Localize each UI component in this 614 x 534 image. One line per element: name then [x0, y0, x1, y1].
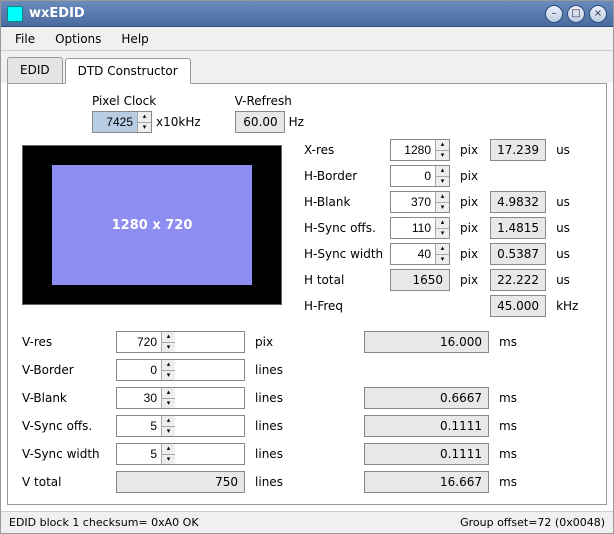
- vrefresh-value: 60.00: [235, 111, 285, 133]
- vsyncoffs-time: 0.1111: [364, 415, 489, 437]
- vborder-input[interactable]: ▴▾: [116, 359, 245, 381]
- htotal-value: 1650: [390, 269, 450, 291]
- hsyncoffs-input[interactable]: ▴▾: [390, 217, 450, 239]
- spinner-down-icon[interactable]: ▾: [138, 122, 151, 133]
- pixel-clock-group: Pixel Clock ▴▾ x10kHz: [92, 94, 207, 133]
- xres-input[interactable]: ▴▾: [390, 139, 450, 161]
- tab-content: Pixel Clock ▴▾ x10kHz V-Refresh 60.00 Hz: [7, 83, 607, 505]
- vrefresh-group: V-Refresh 60.00 Hz: [235, 94, 310, 133]
- titlebar[interactable]: wxEDID – □ ×: [1, 1, 613, 27]
- hsyncoffs-time: 1.4815: [490, 217, 546, 239]
- menu-options[interactable]: Options: [45, 29, 111, 49]
- tab-dtd-constructor[interactable]: DTD Constructor: [65, 58, 191, 84]
- hsyncwidth-time: 0.5387: [490, 243, 546, 265]
- horizontal-params: X-res ▴▾ pix 17.239 us H-Border ▴▾ pix H…: [304, 139, 584, 317]
- vsyncoffs-input[interactable]: ▴▾: [116, 415, 245, 437]
- pixel-clock-field[interactable]: [93, 112, 137, 132]
- vblank-label: V-Blank: [22, 391, 110, 405]
- tab-bar: EDID DTD Constructor: [1, 51, 613, 83]
- menu-help[interactable]: Help: [111, 29, 158, 49]
- hsyncoffs-label: H-Sync offs.: [304, 221, 384, 235]
- hblank-input[interactable]: ▴▾: [390, 191, 450, 213]
- hblank-time: 4.9832: [490, 191, 546, 213]
- vblank-input[interactable]: ▴▾: [116, 387, 245, 409]
- preview-resolution: 1280 x 720: [52, 165, 252, 285]
- hblank-label: H-Blank: [304, 195, 384, 209]
- window-title: wxEDID: [29, 6, 541, 21]
- app-icon: [7, 6, 23, 22]
- menubar: File Options Help: [1, 27, 613, 51]
- vres-label: V-res: [22, 335, 110, 349]
- vrefresh-unit: Hz: [289, 115, 304, 129]
- pixel-clock-input[interactable]: ▴▾: [92, 111, 152, 133]
- vsyncoffs-label: V-Sync offs.: [22, 419, 110, 433]
- app-window: wxEDID – □ × File Options Help EDID DTD …: [0, 0, 614, 534]
- status-offset: Group offset=72 (0x0048): [460, 516, 605, 529]
- vres-time: 16.000: [364, 331, 489, 353]
- statusbar: EDID block 1 checksum= 0xA0 OK Group off…: [1, 511, 613, 533]
- hsyncwidth-label: H-Sync width: [304, 247, 384, 261]
- vsyncwidth-input[interactable]: ▴▾: [116, 443, 245, 465]
- hborder-input[interactable]: ▴▾: [390, 165, 450, 187]
- maximize-button[interactable]: □: [567, 5, 585, 23]
- pixel-clock-unit: x10kHz: [156, 115, 201, 129]
- hfreq-value: 45.000: [490, 295, 546, 317]
- vtotal-time: 16.667: [364, 471, 489, 493]
- vblank-time: 0.6667: [364, 387, 489, 409]
- htotal-time: 22.222: [490, 269, 546, 291]
- pixel-clock-label: Pixel Clock: [92, 94, 207, 108]
- status-checksum: EDID block 1 checksum= 0xA0 OK: [9, 516, 460, 529]
- hsyncwidth-input[interactable]: ▴▾: [390, 243, 450, 265]
- spinner-up-icon[interactable]: ▴: [138, 112, 151, 122]
- menu-file[interactable]: File: [5, 29, 45, 49]
- vtotal-label: V total: [22, 475, 110, 489]
- hfreq-label: H-Freq: [304, 299, 384, 313]
- minimize-button[interactable]: –: [545, 5, 563, 23]
- htotal-label: H total: [304, 273, 384, 287]
- vtotal-value: 750: [116, 471, 245, 493]
- vsyncwidth-time: 0.1111: [364, 443, 489, 465]
- vres-input[interactable]: ▴▾: [116, 331, 245, 353]
- vertical-params: V-res ▴▾ pix 16.000 ms V-Border ▴▾ lines…: [22, 331, 592, 493]
- preview-frame: 1280 x 720: [22, 145, 282, 305]
- vborder-label: V-Border: [22, 363, 110, 377]
- hborder-label: H-Border: [304, 169, 384, 183]
- tab-edid[interactable]: EDID: [7, 57, 63, 83]
- vsyncwidth-label: V-Sync width: [22, 447, 110, 461]
- vrefresh-label: V-Refresh: [235, 94, 310, 108]
- xres-time: 17.239: [490, 139, 546, 161]
- close-button[interactable]: ×: [589, 5, 607, 23]
- xres-label: X-res: [304, 143, 384, 157]
